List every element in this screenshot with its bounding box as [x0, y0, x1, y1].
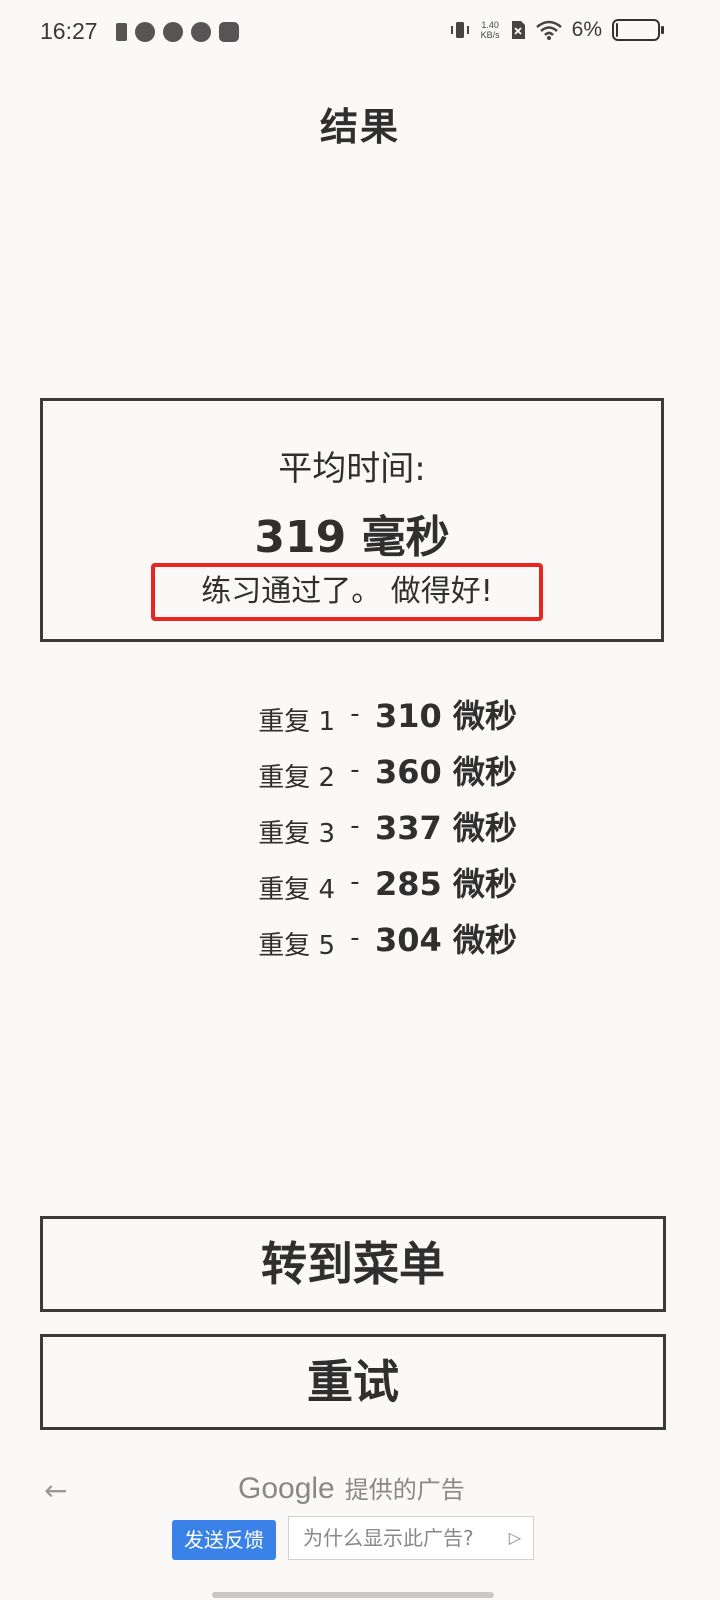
ad-back-arrow-icon[interactable]: ← — [44, 1474, 67, 1507]
vibrate-icon — [450, 22, 469, 38]
rep-value: 285 微秒 — [375, 865, 517, 903]
repetition-list: 重复 1 - 310 微秒 重复 2 - 360 微秒 重复 3 - 337 微… — [0, 686, 720, 966]
ad-provided-label: 提供的广告 — [344, 1477, 465, 1504]
google-logo: Google — [238, 1472, 335, 1505]
rep-label: 重复 5 — [258, 930, 335, 961]
home-indicator[interactable] — [212, 1592, 494, 1598]
list-item: 重复 3 - 337 微秒 — [0, 798, 720, 854]
status-right: 1.40 KB/s 6% — [449, 18, 664, 42]
rep-label: 重复 1 — [258, 706, 335, 737]
notification-icons — [116, 22, 239, 42]
page-title: 结果 — [319, 105, 400, 149]
rep-label: 重复 2 — [258, 762, 335, 793]
rep-dash: - — [350, 699, 360, 729]
battery-small-icon — [116, 23, 127, 41]
battery-fill — [616, 23, 618, 37]
ad-attribution: Google 提供的广告 — [238, 1470, 465, 1506]
status-time: 16:27 — [40, 18, 98, 44]
screen: 16:27 1.40 KB/s 6% 结果 平均时间: 319 毫秒 练习通过了… — [0, 0, 720, 1600]
no-sim-icon — [511, 21, 525, 39]
rep-label: 重复 3 — [258, 818, 335, 849]
result-box: 平均时间: 319 毫秒 练习通过了。 做得好! — [40, 398, 664, 642]
rep-label: 重复 4 — [258, 874, 335, 905]
battery-percent: 6% — [571, 18, 602, 41]
adchoices-icon: ▷ — [508, 1528, 521, 1547]
speed-value: 1.40 — [481, 20, 499, 30]
app-du-icon — [219, 22, 239, 42]
go-to-menu-button[interactable]: 转到菜单 — [40, 1216, 666, 1312]
status-bar: 16:27 1.40 KB/s 6% — [0, 0, 720, 66]
rep-value: 310 微秒 — [375, 697, 517, 735]
why-this-ad-button[interactable]: 为什么显示此广告? ▷ — [288, 1516, 534, 1560]
list-item: 重复 4 - 285 微秒 — [0, 854, 720, 910]
rep-dash: - — [350, 867, 360, 897]
retry-button[interactable]: 重试 — [40, 1334, 666, 1430]
practice-passed-message: 练习通过了。 做得好! — [151, 563, 543, 621]
why-this-ad-label: 为什么显示此广告? — [303, 1526, 474, 1550]
play-icon — [163, 22, 183, 42]
average-time-value: 319 毫秒 — [254, 512, 450, 563]
app-q-icon — [191, 22, 211, 42]
rep-dash: - — [350, 755, 360, 785]
list-item: 重复 2 - 360 微秒 — [0, 742, 720, 798]
battery-icon — [612, 19, 664, 41]
rep-dash: - — [350, 923, 360, 953]
rep-value: 304 微秒 — [375, 921, 517, 959]
speed-unit: KB/s — [480, 30, 500, 40]
network-speed: 1.40 KB/s — [481, 20, 500, 40]
wifi-icon — [535, 20, 562, 40]
list-item: 重复 5 - 304 微秒 — [0, 910, 720, 966]
rep-value: 360 微秒 — [375, 753, 517, 791]
average-time-label: 平均时间: — [278, 449, 426, 489]
app-icon — [135, 22, 155, 42]
rep-dash: - — [350, 811, 360, 841]
list-item: 重复 1 - 310 微秒 — [0, 686, 720, 742]
send-feedback-button[interactable]: 发送反馈 — [172, 1520, 276, 1560]
rep-value: 337 微秒 — [375, 809, 517, 847]
